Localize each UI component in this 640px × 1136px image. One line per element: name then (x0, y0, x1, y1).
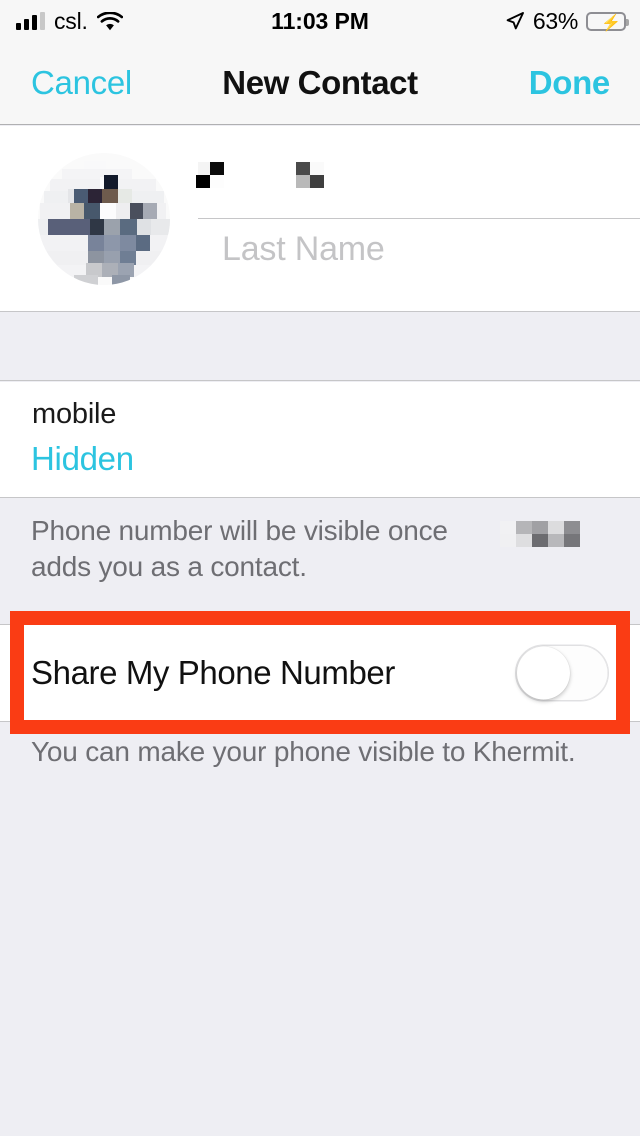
name-section: Last Name (0, 126, 640, 312)
battery-icon: ⚡ (586, 11, 629, 32)
battery-percent-label: 63% (532, 7, 578, 34)
name-fields: Last Name (196, 126, 640, 312)
avatar[interactable] (38, 153, 170, 285)
iphone-screen: csl. 11:03 PM 63% ⚡ Cancel New Contact D… (0, 0, 640, 1136)
phone-row[interactable]: mobile Hidden (0, 382, 640, 498)
share-phone-number-label: Share My Phone Number (31, 654, 395, 691)
navigation-bar: Cancel New Contact Done (0, 42, 640, 125)
clock-label: 11:03 PM (271, 7, 369, 34)
status-bar: csl. 11:03 PM 63% ⚡ (0, 0, 640, 42)
share-phone-number-row[interactable]: Share My Phone Number (0, 624, 640, 722)
last-name-field[interactable]: Last Name (222, 230, 385, 269)
share-phone-number-toggle[interactable] (515, 644, 609, 702)
note-line-2: adds you as a contact. (31, 551, 307, 582)
phone-visibility-note: Phone number will be visible once adds y… (0, 499, 640, 611)
done-button[interactable]: Done (529, 64, 611, 102)
phone-label: mobile (32, 398, 117, 430)
page-background-fill (0, 734, 640, 1136)
lightning-bolt-icon: ⚡ (601, 14, 621, 32)
status-bar-right: 63% ⚡ (505, 0, 629, 42)
toggle-knob (517, 646, 570, 700)
section-gap (0, 313, 640, 381)
note-line-1: Phone number will be visible once (31, 515, 448, 546)
phone-value[interactable]: Hidden (31, 440, 134, 478)
first-name-field[interactable] (196, 152, 640, 212)
name-field-divider (198, 218, 640, 219)
location-arrow-icon (505, 11, 525, 31)
share-phone-number-note: You can make your phone visible to Kherm… (31, 736, 576, 767)
